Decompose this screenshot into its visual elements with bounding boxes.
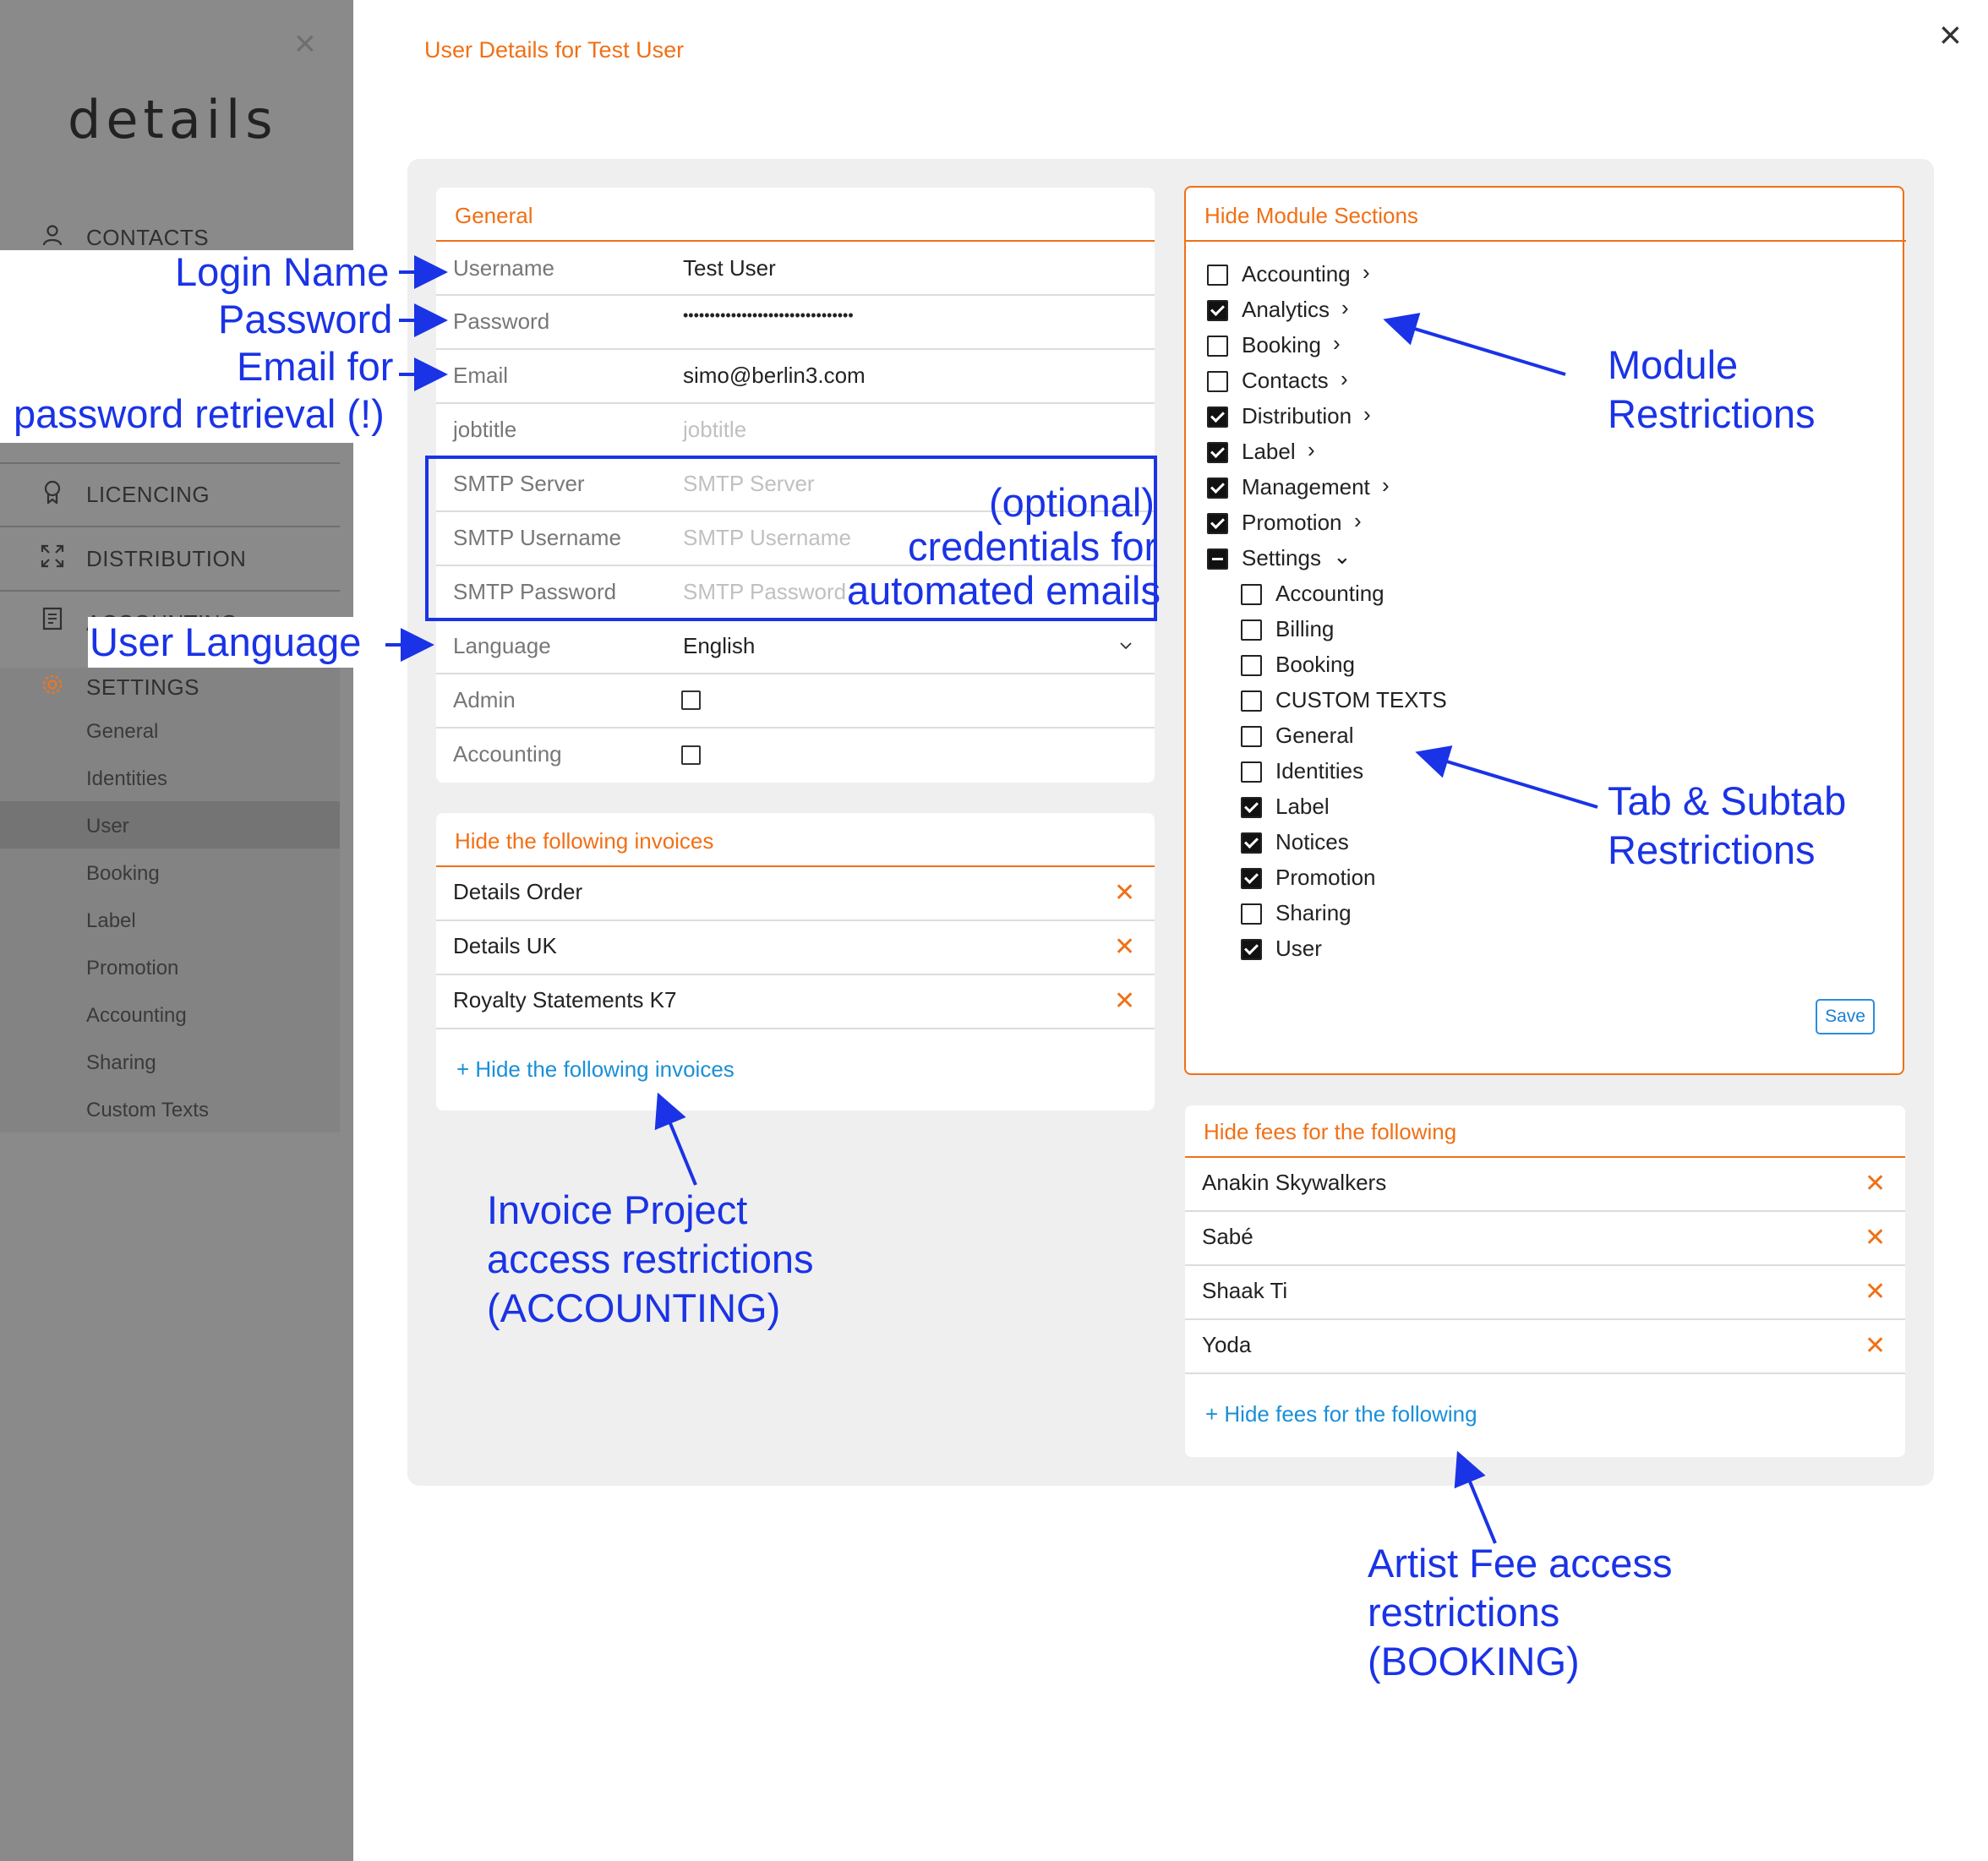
- annotation-arrows: [385, 255, 1598, 1544]
